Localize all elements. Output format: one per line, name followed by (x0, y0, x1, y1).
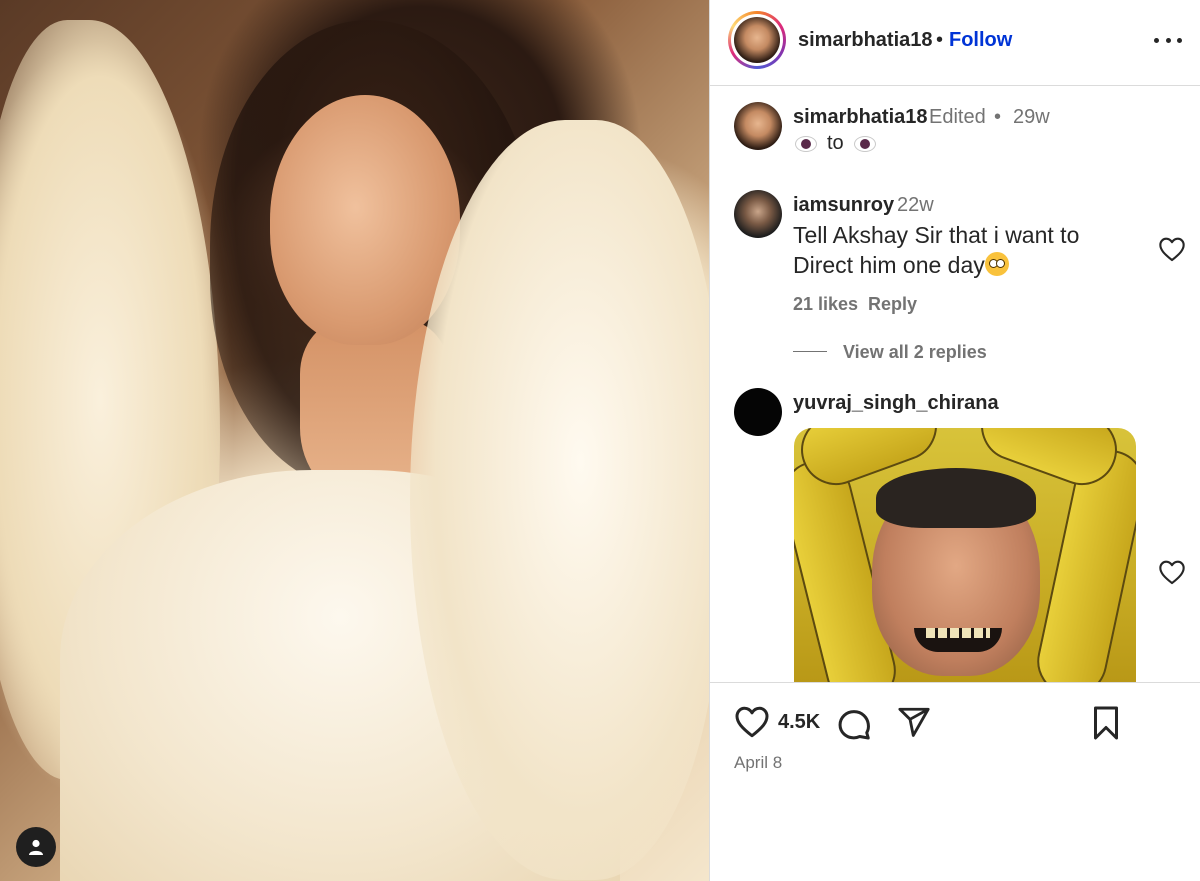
like-heart-icon[interactable] (734, 705, 770, 738)
caption-separator: • (994, 106, 1002, 128)
comment-reply-button[interactable]: Reply (868, 294, 917, 315)
comment-body: Tell Akshay Sir that i want to Direct hi… (793, 222, 1080, 278)
author-avatar (734, 17, 780, 63)
author-avatar-story-ring[interactable] (728, 11, 786, 69)
comment-text: Tell Akshay Sir that i want to Direct hi… (793, 220, 1123, 280)
comments-section[interactable]: simarbhatia18 Edited • 29w to iamsunroy … (710, 86, 1200, 682)
post-actions-bar: 4.5K April 8 (710, 682, 1200, 881)
caption-timestamp[interactable]: 29w (1013, 106, 1050, 129)
comment-username[interactable]: iamsunroy (793, 194, 894, 217)
meme-hair (876, 468, 1036, 528)
comment-username[interactable]: yuvraj_singh_chirana (793, 392, 999, 415)
photo-ruffle-right (410, 120, 709, 880)
comment-icon[interactable] (836, 705, 872, 741)
comment-image-meme[interactable] (794, 428, 1136, 682)
eye-emoji-icon (795, 135, 817, 152)
user-icon (29, 839, 43, 855)
save-bookmark-icon[interactable] (1090, 705, 1122, 741)
caption-edited-label: Edited (929, 106, 986, 128)
share-send-icon[interactable] (896, 705, 932, 739)
tagged-users-button[interactable] (16, 827, 56, 867)
comment-like-heart-icon[interactable] (1158, 236, 1186, 262)
flushed-face-emoji-icon (984, 252, 1009, 276)
follow-button[interactable]: Follow (949, 29, 1012, 52)
post-date[interactable]: April 8 (734, 753, 782, 773)
caption-middle-word: to (827, 132, 844, 154)
post-side-panel: simarbhatia18 • Follow simarbhatia18 Edi… (709, 0, 1200, 881)
more-options-icon[interactable] (1154, 28, 1182, 52)
comment-like-heart-icon[interactable] (1158, 559, 1186, 585)
comment-timestamp[interactable]: 22w (897, 194, 934, 217)
comment-likes-count[interactable]: 21 likes (793, 294, 858, 315)
post-photo[interactable] (0, 0, 709, 881)
view-replies-button[interactable]: View all 2 replies (843, 342, 987, 363)
post-header: simarbhatia18 • Follow (710, 0, 1200, 86)
caption-avatar[interactable] (734, 102, 782, 150)
meme-teeth (914, 628, 1002, 652)
eye-emoji-icon (853, 135, 876, 152)
comment-avatar[interactable] (734, 190, 782, 238)
likes-count[interactable]: 4.5K (778, 711, 820, 734)
caption-username[interactable]: simarbhatia18 (793, 106, 928, 129)
header-separator: • (936, 29, 944, 51)
replies-divider-line (793, 351, 827, 352)
comment-avatar[interactable] (734, 388, 782, 436)
caption-text: to (795, 132, 876, 155)
author-username[interactable]: simarbhatia18 (798, 29, 933, 52)
